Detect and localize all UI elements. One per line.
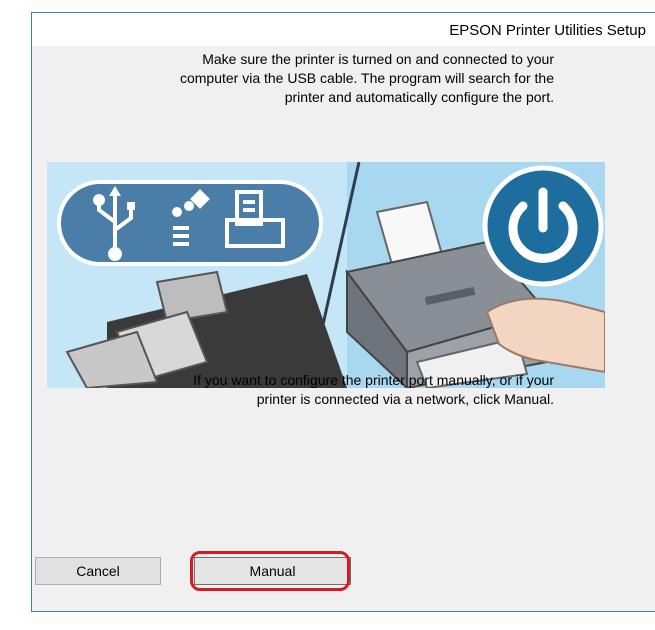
instruction-line: If you want to configure the printer por… [193, 372, 554, 388]
window-title: EPSON Printer Utilities Setup [449, 22, 646, 39]
printer-connection-illustration [47, 162, 605, 388]
manual-config-text: If you want to configure the printer por… [40, 371, 554, 409]
manual-button[interactable]: Manual [194, 557, 351, 585]
cancel-button[interactable]: Cancel [35, 557, 161, 585]
instruction-line: .printer is connected via a network, cli… [256, 391, 554, 407]
instruction-text: Make sure the printer is turned on and c… [40, 50, 554, 107]
instruction-line: Make sure the printer is turned on and c… [202, 51, 554, 67]
instruction-line: computer via the USB cable. The program … [179, 70, 554, 86]
power-icon [482, 165, 604, 287]
title-bar[interactable]: EPSON Printer Utilities Setup [32, 13, 655, 46]
instruction-line: .printer and automatically configure the… [284, 89, 554, 105]
